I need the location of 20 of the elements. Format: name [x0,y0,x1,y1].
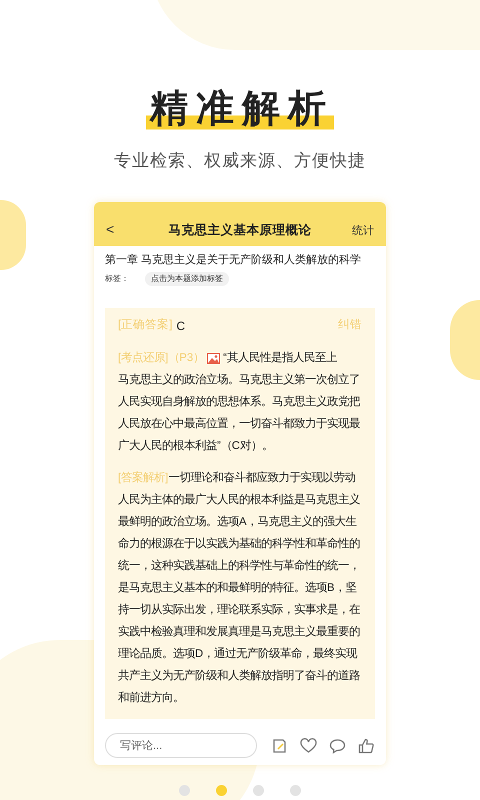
comment-icon[interactable] [329,738,346,754]
chapter-title: 第一章 马克思主义是关于无产阶级和人类解放的科学 [104,252,362,268]
hero-subtitle: 专业检索、权威来源、方便快捷 [114,150,366,172]
analysis-paragraph: [答案解析]一切理论和奋斗都应致力于实现以劳动人民为主体的最广大人民的根本利益是马克思主义最鲜明的政治立场。选项A，马克思主义的强大生命力的根源在于以实践为基础的科学性和革命性的统一，这种实践基础上的科学性与革命性的统一，是马克思主义基本的和最鲜明的特征。选项B，坚持一切从实际出发，理论联系实际，实事求是，在实践中检验真理和发展真理是马克思主义最重要的理论品质。选项D，通过无产阶级革命，最终实现共产主义为无产阶级和人类解放指明了奋斗的道路和前进方向。 [118,470,361,706]
back-button[interactable]: < [106,218,136,240]
add-tag-button[interactable]: 点击为本题添加标签 [145,272,229,286]
source-text: 马克思主义的政治立场。马克思主义第一次创立了人民实现自身解放的思想体系。马克思主义政党把人民放在心中最高位置，一切奋斗都致力于实现最广大人民的根本利益”（C对）。 [118,372,361,454]
thumbs-up-icon[interactable] [358,738,374,754]
answer-label: [正确答案] [118,317,172,334]
source-text: “其人民性是指人民至上 [223,350,337,366]
page-reference: （P3） [168,351,204,366]
stats-button[interactable]: 统计 [344,223,374,240]
image-icon [207,352,220,364]
comment-field[interactable]: 写评论... [105,733,257,758]
header-title: 马克思主义基本原理概论 [168,222,312,239]
tag-label: 标签： [105,273,129,285]
source-label: [考点还原] [118,350,168,366]
heart-icon[interactable] [300,738,317,754]
edit-icon[interactable] [272,738,288,754]
answer-value: C [176,318,186,335]
